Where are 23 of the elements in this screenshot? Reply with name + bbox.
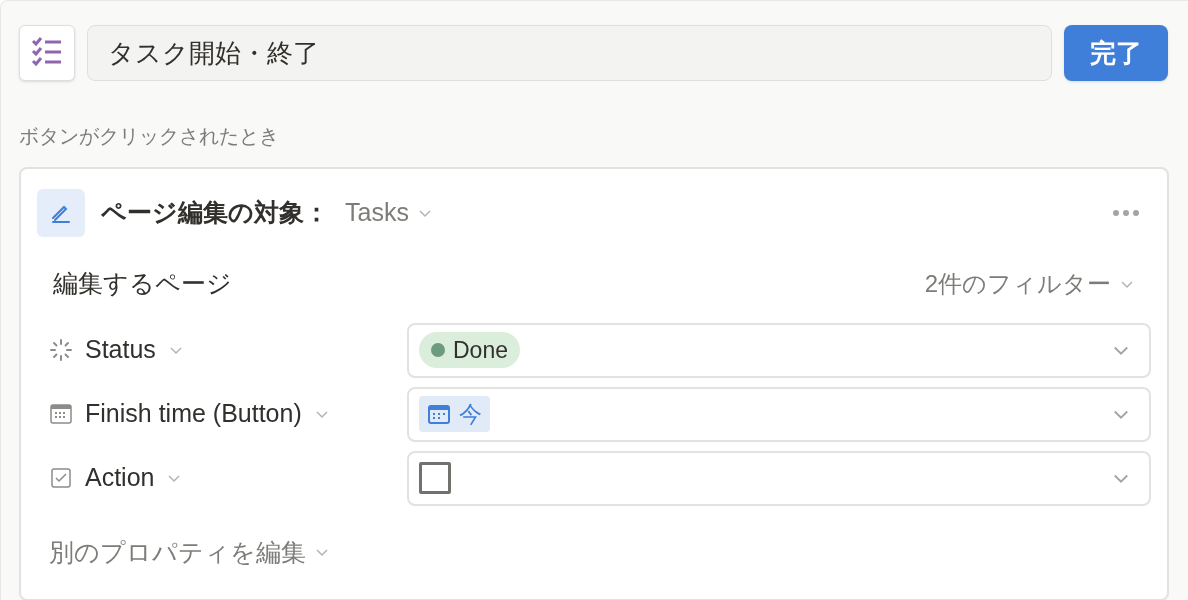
pages-label: 編集するページ [53, 268, 232, 299]
edit-icon [37, 189, 85, 237]
checklist-icon[interactable] [19, 25, 75, 81]
status-tag: Done [419, 332, 520, 368]
property-name[interactable]: Action [37, 459, 407, 497]
calendar-icon [49, 402, 73, 426]
checkbox[interactable] [419, 462, 451, 494]
trigger-label: ボタンがクリックされたとき [19, 124, 280, 149]
action-title: ページ編集の対象： [101, 197, 329, 229]
database-selector[interactable]: Tasks [345, 194, 433, 232]
property-value-field[interactable]: Done [407, 322, 1151, 378]
edit-other-property-button[interactable]: 別のプロパティを編集 [37, 533, 330, 571]
filter-selector[interactable]: 2件のフィルター [924, 265, 1135, 302]
more-icon[interactable] [1113, 210, 1139, 216]
date-chip: 今 [419, 396, 490, 432]
checkbox-icon [49, 466, 73, 490]
button-name-field[interactable]: タスク開始・終了 [87, 25, 1052, 81]
done-button[interactable]: 完了 [1064, 25, 1168, 81]
calendar-icon [427, 402, 451, 426]
property-value-field[interactable] [407, 450, 1151, 506]
property-name[interactable]: Finish time (Button) [37, 395, 407, 433]
loading-icon [49, 338, 73, 362]
property-name[interactable]: Status [37, 331, 407, 369]
